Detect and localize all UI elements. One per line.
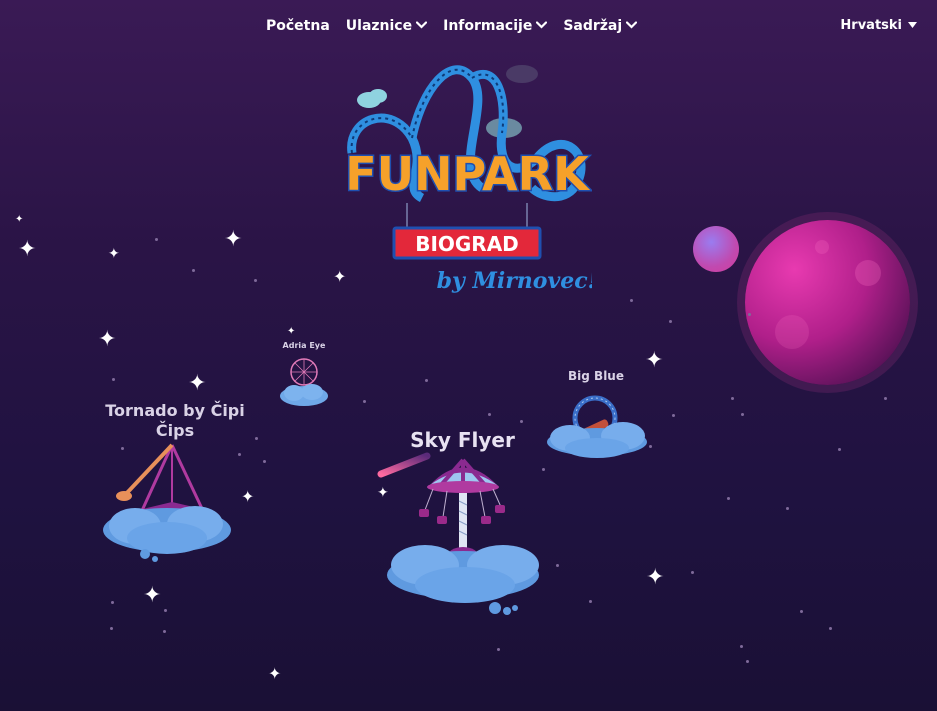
ride-label-adria-eye[interactable]: Adria Eye <box>278 341 330 350</box>
large-planet <box>745 220 910 385</box>
sparkle-icon: ✦ <box>188 371 207 396</box>
coaster-loop-icon <box>547 395 647 458</box>
ferris-wheel-icon <box>280 358 328 406</box>
ride-label-tornado[interactable]: Tornado by Čipi Čips <box>95 401 255 441</box>
chevron-down-icon <box>416 19 428 32</box>
main-nav: Početna Ulaznice Informacije Sadržaj Hrv… <box>0 18 937 42</box>
chevron-down-icon <box>536 19 548 32</box>
nav-item-ulaznice[interactable]: Ulaznice <box>345 18 428 34</box>
small-planet <box>693 226 739 272</box>
svg-text:FUNPARK: FUNPARK <box>345 147 591 201</box>
ride-adria-eye[interactable] <box>278 352 330 412</box>
language-label: Hrvatski <box>840 18 902 33</box>
nav-item-informacije[interactable]: Informacije <box>443 18 548 34</box>
language-selector[interactable]: Hrvatski <box>840 18 917 33</box>
nav-menu: Početna Ulaznice Informacije Sadržaj <box>266 18 638 34</box>
chevron-down-icon <box>626 19 638 32</box>
nav-item-label: Početna <box>266 18 330 34</box>
nav-item-label: Informacije <box>443 18 533 34</box>
svg-text:by Mirnovec!: by Mirnovec! <box>437 268 592 294</box>
ride-label-sky-flyer[interactable]: Sky Flyer <box>400 428 525 452</box>
svg-text:BIOGRAD: BIOGRAD <box>415 232 519 256</box>
sparkle-icon: ✦ <box>333 267 347 286</box>
sparkle-icon: ✦ <box>18 237 37 262</box>
funpark-logo[interactable]: FUNPARK BIOGRAD by Mirnovec! <box>342 58 597 303</box>
comet <box>375 450 435 480</box>
tornado-ride-icon <box>103 443 231 562</box>
sparkle-icon: ✦ <box>143 583 162 608</box>
sparkle-icon: ✦ <box>268 664 282 683</box>
roller-coaster-icon: FUNPARK BIOGRAD by Mirnovec! <box>344 65 597 294</box>
sparkle-icon: ✦ <box>645 348 664 373</box>
ride-big-blue[interactable] <box>545 390 650 462</box>
nav-item-pocetna[interactable]: Početna <box>266 18 330 34</box>
nav-item-label: Ulaznice <box>345 18 413 34</box>
ride-tornado[interactable] <box>100 440 235 565</box>
sparkle-icon: ✦ <box>98 327 117 352</box>
sparkle-icon: ✦ <box>15 214 24 225</box>
sparkle-icon: ✦ <box>224 227 243 252</box>
nav-item-label: Sadržaj <box>563 18 623 34</box>
sparkle-icon: ✦ <box>241 487 255 506</box>
sparkle-icon: ✦ <box>377 485 389 501</box>
ride-label-big-blue[interactable]: Big Blue <box>560 369 632 383</box>
space-scene: Početna Ulaznice Informacije Sadržaj Hrv… <box>0 0 937 711</box>
sparkle-icon: ✦ <box>287 326 296 337</box>
sparkle-icon: ✦ <box>108 246 120 262</box>
caret-down-icon <box>908 20 917 31</box>
sparkle-icon: ✦ <box>646 565 665 590</box>
nav-item-sadrzaj[interactable]: Sadržaj <box>563 18 638 34</box>
